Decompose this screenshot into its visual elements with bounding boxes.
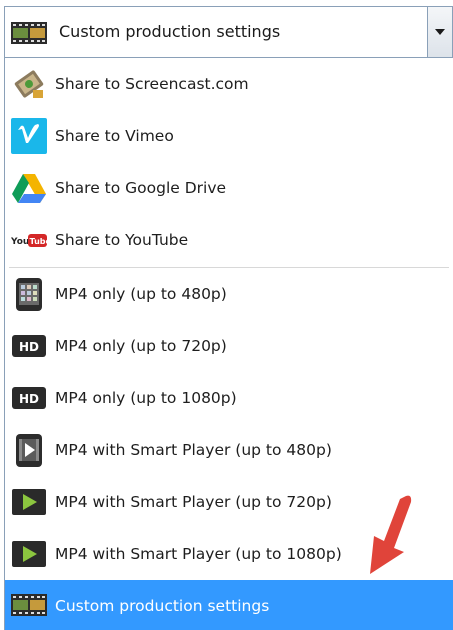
menu-item-label: Custom production settings xyxy=(55,597,270,615)
google-drive-icon xyxy=(12,174,46,203)
menu-item-label: Share to Google Drive xyxy=(55,179,227,197)
hd-icon-text: HD xyxy=(19,340,39,354)
menu-item-mp4-720p[interactable]: HD MP4 only (up to 720p) xyxy=(5,320,453,372)
menu-item-label: Share to Vimeo xyxy=(55,127,174,145)
menu-item-label: Share to YouTube xyxy=(55,231,189,249)
hd-icon: HD xyxy=(12,335,46,357)
menu-item-mp4-1080p[interactable]: HD MP4 only (up to 1080p) xyxy=(5,372,453,424)
menu-item-label: MP4 only (up to 480p) xyxy=(55,285,227,303)
menu-item-label: MP4 with Smart Player (up to 1080p) xyxy=(55,545,342,563)
menu-item-label: MP4 only (up to 720p) xyxy=(55,337,227,355)
vimeo-icon xyxy=(11,118,47,154)
menu-item-label: Share to Screencast.com xyxy=(55,75,249,93)
production-preset-dropdown[interactable]: Custom production settings xyxy=(4,6,453,58)
menu-item-label: MP4 with Smart Player (up to 720p) xyxy=(55,493,332,511)
menu-item-label: MP4 with Smart Player (up to 480p) xyxy=(55,441,332,459)
chevron-down-icon xyxy=(435,29,445,35)
menu-item-share-google-drive[interactable]: Share to Google Drive xyxy=(5,162,453,214)
menu-item-share-screencast[interactable]: Share to Screencast.com xyxy=(5,58,453,110)
phone-icon xyxy=(16,278,42,311)
annotation-arrow-icon xyxy=(370,495,412,574)
svg-text:You: You xyxy=(11,237,29,247)
menu-item-mp4-480p[interactable]: MP4 only (up to 480p) xyxy=(5,268,453,320)
menu-item-share-youtube[interactable]: You Tube Share to YouTube xyxy=(5,214,453,266)
dropdown-toggle-button[interactable] xyxy=(427,7,452,57)
film-strip-icon xyxy=(11,594,47,616)
menu-item-label: MP4 only (up to 1080p) xyxy=(55,389,237,407)
dropdown-selected-value: Custom production settings xyxy=(59,22,281,41)
play-icon xyxy=(12,541,46,567)
hd-icon-text: HD xyxy=(19,392,39,406)
youtube-icon: You Tube xyxy=(11,234,48,247)
menu-item-share-vimeo[interactable]: Share to Vimeo xyxy=(5,110,453,162)
svg-text:Tube: Tube xyxy=(30,237,48,246)
phone-play-icon xyxy=(16,434,42,467)
play-icon xyxy=(12,489,46,515)
screencast-icon xyxy=(14,70,44,98)
hd-icon: HD xyxy=(12,387,46,409)
film-strip-icon xyxy=(11,22,47,44)
menu-item-smart-player-480p[interactable]: MP4 with Smart Player (up to 480p) xyxy=(5,424,453,476)
menu-item-custom-production-settings[interactable]: Custom production settings xyxy=(5,580,453,630)
